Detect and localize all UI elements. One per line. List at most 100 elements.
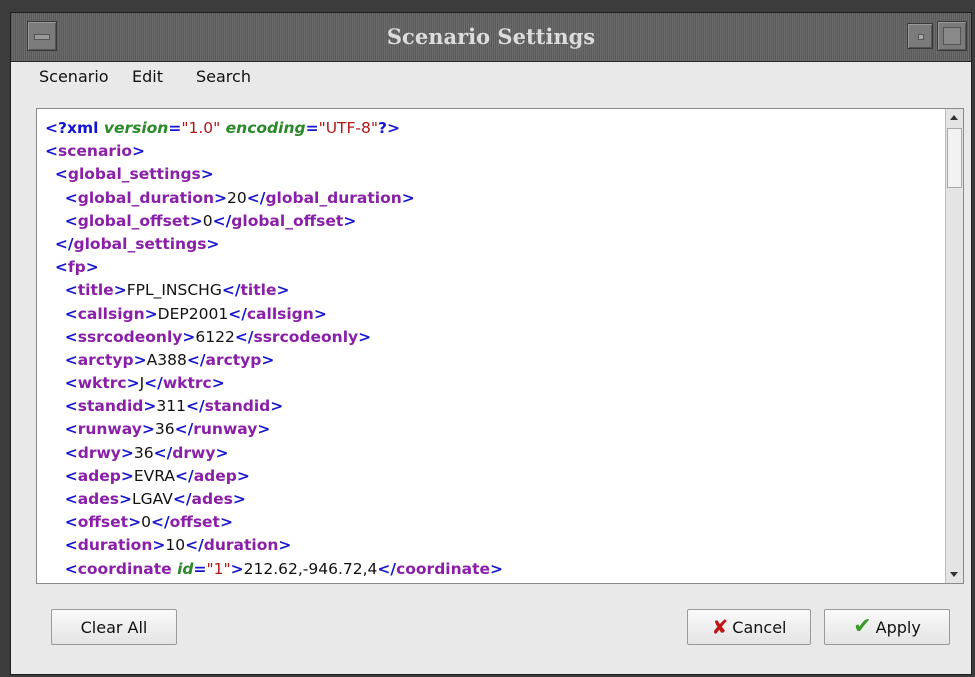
code-token: <?xml — [45, 119, 104, 137]
code-token: LGAV — [132, 490, 173, 508]
code-token: global_settings — [73, 234, 207, 253]
cancel-button[interactable]: ✘ Cancel — [687, 609, 811, 645]
code-token: > — [490, 559, 504, 578]
menu-search[interactable]: Search — [196, 67, 251, 86]
code-token: duration — [77, 536, 153, 555]
code-token: </ — [234, 327, 254, 346]
code-token: > — [230, 559, 244, 578]
xml-code-area[interactable]: <?xml version="1.0" encoding="UTF-8"?> <s… — [45, 117, 937, 581]
code-token: global_settings — [67, 165, 201, 184]
code-token: < — [54, 165, 68, 184]
code-line: <scenario> — [45, 140, 937, 163]
clear-all-button[interactable]: Clear All — [51, 609, 177, 645]
code-token: </ — [172, 490, 192, 508]
code-token: version — [103, 119, 169, 137]
code-token: </ — [221, 281, 241, 300]
code-token: "UTF-8" — [318, 119, 379, 137]
code-token: ssrcodeonly — [77, 327, 183, 346]
window-title: Scenario Settings — [386, 24, 596, 49]
code-token: > — [120, 466, 134, 485]
code-token: wktrc — [77, 374, 127, 393]
code-token: > — [200, 165, 214, 184]
scrollbar-thumb[interactable] — [947, 128, 962, 188]
code-token: id — [177, 559, 194, 578]
code-line: <standid>311</standid> — [45, 395, 937, 418]
code-token: </ — [228, 304, 247, 323]
code-line: <?xml version="1.0" encoding="UTF-8"?> — [45, 117, 937, 140]
title-bar[interactable]: Scenario Settings — [11, 13, 971, 62]
code-token: = — [193, 559, 207, 578]
code-token: < — [64, 490, 78, 508]
code-token: runway — [193, 420, 258, 439]
code-token: > — [189, 211, 203, 230]
code-token: > — [261, 350, 275, 369]
code-token: FPL_INSCHG — [126, 281, 222, 300]
code-token: EVRA — [133, 466, 176, 485]
code-token: </ — [54, 234, 74, 253]
code-token: "1.0" — [181, 119, 221, 137]
code-token: < — [64, 466, 78, 485]
code-token: 212.62,-946.72,4 — [243, 559, 378, 578]
code-token: < — [64, 350, 78, 369]
code-token: < — [64, 211, 78, 230]
code-token: drwy — [77, 443, 121, 462]
code-token: < — [54, 258, 68, 277]
maximize-button[interactable] — [937, 21, 967, 51]
code-token: 0 — [202, 211, 213, 230]
code-token: > — [120, 443, 134, 462]
code-token: ades — [191, 490, 233, 508]
code-token: > — [401, 188, 415, 207]
code-token: > — [278, 536, 292, 555]
menu-edit[interactable]: Edit — [132, 67, 163, 86]
code-token: duration — [203, 536, 279, 555]
code-token: standid — [77, 397, 144, 416]
code-token: </ — [150, 513, 170, 532]
code-token: encoding — [225, 119, 306, 137]
menu-scenario[interactable]: Scenario — [39, 67, 109, 86]
code-token: 36 — [133, 443, 154, 462]
code-line: <fp> — [45, 256, 937, 279]
code-token: < — [64, 374, 78, 393]
code-token: > — [232, 490, 246, 508]
code-token: adep — [77, 466, 121, 485]
code-token: title — [240, 281, 277, 300]
code-token: > — [215, 443, 229, 462]
code-token: offset — [77, 513, 129, 532]
code-token: </ — [212, 211, 232, 230]
code-token: global_duration — [265, 188, 402, 207]
code-line: <arctyp>A388</arctyp> — [45, 349, 937, 372]
xml-editor[interactable]: <?xml version="1.0" encoding="UTF-8"?> <s… — [36, 108, 964, 584]
scroll-up-arrow-icon[interactable] — [946, 109, 963, 126]
check-icon: ✔ — [853, 614, 872, 639]
code-token: > — [132, 142, 146, 161]
code-token: > — [152, 536, 166, 555]
code-token: > — [113, 281, 127, 300]
code-token: wktrc — [162, 374, 212, 393]
scroll-down-arrow-icon[interactable] — [946, 566, 963, 583]
code-line: <runway>36</runway> — [45, 418, 937, 441]
code-token: title — [77, 281, 114, 300]
code-token: < — [64, 304, 78, 323]
vertical-scrollbar[interactable] — [945, 109, 963, 583]
code-line: <offset>0</offset> — [45, 511, 937, 534]
code-token: > — [343, 211, 357, 230]
code-token: </ — [153, 443, 173, 462]
apply-label: Apply — [875, 617, 921, 637]
code-token: > — [133, 350, 147, 369]
code-token: scenario — [58, 142, 133, 161]
code-token: > — [126, 374, 140, 393]
code-token: < — [64, 513, 78, 532]
code-token: > — [144, 304, 158, 323]
code-token: > — [85, 258, 99, 277]
minimize-button[interactable] — [907, 23, 933, 49]
cancel-label: Cancel — [732, 617, 787, 637]
code-token: adep — [193, 466, 237, 485]
code-token: > — [276, 281, 290, 300]
apply-button[interactable]: ✔ Apply — [824, 609, 950, 645]
